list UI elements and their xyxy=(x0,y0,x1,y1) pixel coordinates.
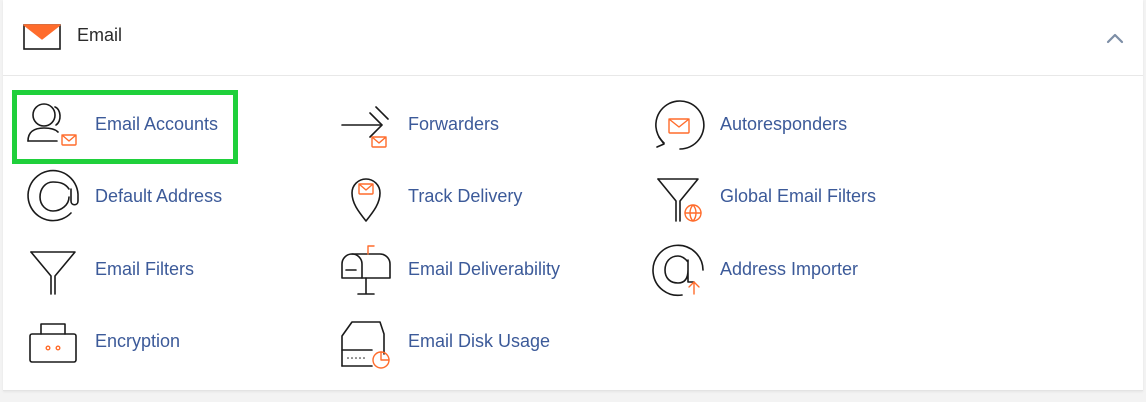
map-pin-mail-icon xyxy=(338,169,394,225)
item-label: Track Delivery xyxy=(408,186,523,206)
item-label: Email Deliverability xyxy=(408,259,561,279)
section-title: Email xyxy=(77,25,123,45)
email-filters-link[interactable]: Email Filters xyxy=(25,242,315,298)
lock-case-icon xyxy=(25,314,81,370)
chevron-up-icon[interactable] xyxy=(1103,29,1127,47)
item-label: Address Importer xyxy=(720,259,859,279)
item-label: Encryption xyxy=(95,331,181,351)
item-label: Default Address xyxy=(95,186,223,206)
at-sign-icon xyxy=(25,169,81,225)
funnel-globe-icon xyxy=(650,169,706,225)
item-label: Email Accounts xyxy=(95,114,219,134)
email-disk-usage-link[interactable]: Email Disk Usage xyxy=(338,314,628,370)
item-label: Autoresponders xyxy=(720,114,848,134)
forwarders-link[interactable]: Forwarders xyxy=(338,97,628,153)
email-section-header[interactable]: Email xyxy=(3,0,1143,76)
track-delivery-link[interactable]: Track Delivery xyxy=(338,169,628,225)
funnel-icon xyxy=(25,242,81,298)
item-label: Global Email Filters xyxy=(720,186,877,206)
email-deliverability-link[interactable]: Email Deliverability xyxy=(338,242,628,298)
at-import-icon xyxy=(650,242,706,298)
item-label: Email Filters xyxy=(95,259,195,279)
default-address-link[interactable]: Default Address xyxy=(25,169,315,225)
user-mail-icon xyxy=(25,97,81,153)
item-label: Forwarders xyxy=(408,114,500,134)
address-importer-link[interactable]: Address Importer xyxy=(650,242,940,298)
autoresponders-link[interactable]: Autoresponders xyxy=(650,97,940,153)
email-accounts-link[interactable]: Email Accounts xyxy=(25,97,315,153)
email-section-panel: Email Email Accounts Forwarders Autoresp… xyxy=(3,0,1143,391)
global-email-filters-link[interactable]: Global Email Filters xyxy=(650,169,940,225)
mailbox-icon xyxy=(338,242,394,298)
envelope-icon xyxy=(23,24,61,50)
encryption-link[interactable]: Encryption xyxy=(25,314,315,370)
autoresponder-icon xyxy=(650,97,706,153)
item-label: Email Disk Usage xyxy=(408,331,551,351)
forward-arrow-icon xyxy=(338,97,394,153)
disk-usage-icon xyxy=(338,314,394,370)
